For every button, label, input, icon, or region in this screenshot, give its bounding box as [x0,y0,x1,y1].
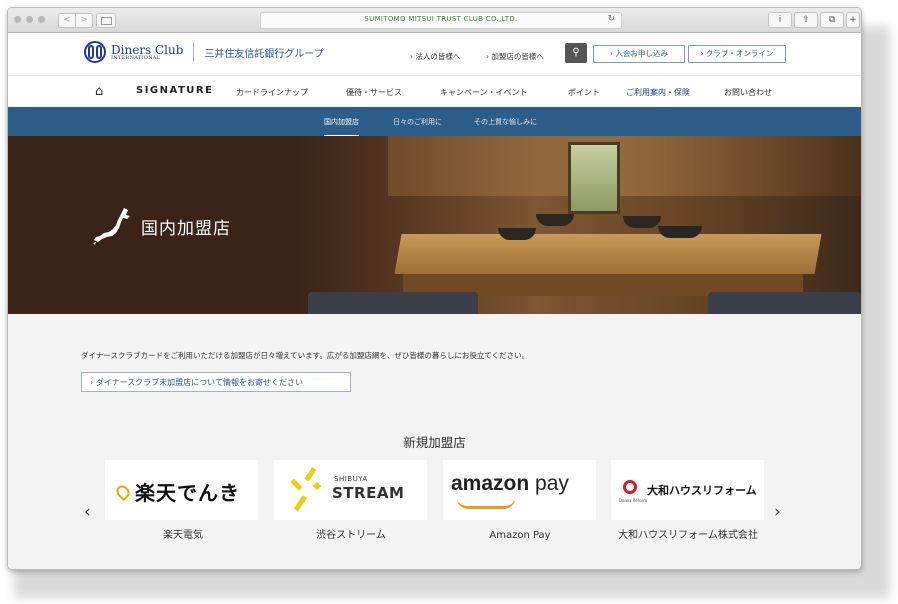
nav-points[interactable]: ポイント [568,87,600,98]
hero-table-image [394,234,822,274]
merchant-card-daiwa-reform[interactable]: Daiwa Reform 大和ハウスリフォーム [611,460,764,520]
merchant-card-shibuya-stream[interactable]: SHIBUYA STREAM [274,460,427,520]
share-button[interactable]: ⇪ [794,12,818,28]
info-button[interactable]: i [768,12,792,28]
back-button[interactable]: < [58,13,76,28]
hero-window-image [568,142,620,214]
hero-banner [8,136,861,314]
sidebar-toggle-button[interactable] [96,13,116,28]
non-member-info-button[interactable]: › ダイナースクラブ未加盟店について情報をお寄せください [81,372,351,392]
corporate-link[interactable]: › 法人の皆様へ [410,51,460,62]
page-title: 国内加盟店 [141,219,231,239]
forward-button[interactable]: > [76,13,93,28]
amazon-pay-logo: amazon pay [451,472,569,495]
join-button[interactable]: › 入会お申し込み [593,45,685,63]
bowl-image [536,214,574,226]
daiwa-logo-icon [623,480,637,494]
japan-map-icon [93,208,130,245]
cushion-image [708,292,861,314]
section-title: 新規加盟店 [403,435,466,450]
group-name: 三井住友信託銀行グループ [204,48,324,60]
hero-wall [388,136,861,196]
carousel-next-button[interactable]: › [774,502,781,522]
logo-main-text: Diners Club [111,42,184,57]
reload-icon[interactable]: ↻ [607,14,615,24]
diners-club-logo[interactable]: Diners Club INTERNATIONAL 三井住友信託銀行グループ [84,41,324,63]
bowl-image [658,226,702,238]
merchant-name[interactable]: Amazon Pay [440,527,600,544]
cushion-image [308,292,478,314]
tabs-button[interactable]: ⧉ [820,12,844,28]
nav-contact[interactable]: お問い合わせ [724,87,772,98]
zoom-window-button[interactable] [38,16,45,23]
daiwa-logo-sub: Daiwa Reform [619,498,648,503]
bowl-image [623,216,661,228]
bowl-image [498,228,536,240]
nav-card-lineup[interactable]: カードラインナップ [236,87,308,98]
new-tab-button[interactable]: + [846,12,860,28]
subnav-domestic-merchants[interactable]: 国内加盟店 [324,117,359,137]
url-text: SUMITOMO MITSUI TRUST CLUB CO.,LTD. [364,15,518,23]
subnav-daily-use[interactable]: 日々のご利用に [393,117,442,127]
minimize-window-button[interactable] [26,16,33,23]
browser-toolbar: < > SUMITOMO MITSUI TRUST CLUB CO.,LTD. … [8,8,861,33]
nav-campaigns[interactable]: キャンペーン・イベント [440,87,528,98]
window-controls [14,16,45,23]
site-header: Diners Club INTERNATIONAL 三井住友信託銀行グループ ›… [8,33,861,76]
stream-logo-sub: SHIBUYA [334,475,368,483]
nav-benefits[interactable]: 優待・サービス [346,87,402,98]
search-icon[interactable]: ⚲ [565,43,587,63]
nav-signature[interactable]: SIGNATURE [136,85,213,96]
rakuten-logo: 楽天でんき [113,477,240,506]
browser-window: < > SUMITOMO MITSUI TRUST CLUB CO.,LTD. … [7,7,862,570]
close-window-button[interactable] [14,16,21,23]
address-bar[interactable]: SUMITOMO MITSUI TRUST CLUB CO.,LTD. ↻ [260,12,622,29]
daiwa-logo-text: 大和ハウスリフォーム [647,484,757,497]
home-icon[interactable]: ⌂ [95,84,103,99]
carousel-prev-button[interactable]: ‹ [84,502,91,522]
amazon-smile-icon [457,498,515,509]
merchant-link[interactable]: › 加盟店の皆様へ [486,51,544,62]
merchant-card-rakuten[interactable]: 楽天でんき [105,460,258,520]
rakuten-logo-text: 楽天でんき [135,481,240,505]
location-pin-icon [113,482,133,501]
merchant-name[interactable]: 大和ハウスリフォーム株式会社 [608,527,768,544]
sub-nav: 国内加盟店 日々のご利用に その上質な愉しみに [8,107,861,137]
nav-usage-insurance[interactable]: ご利用案内・保険 [618,87,698,109]
merchant-name[interactable]: 渋谷ストリーム [271,527,431,544]
main-nav: ⌂ SIGNATURE カードラインナップ 優待・サービス キャンペーン・イベン… [8,76,861,109]
club-online-button[interactable]: › クラブ・オンライン [688,45,786,63]
subnav-premium-enjoyment[interactable]: その上質な愉しみに [474,117,537,127]
merchant-card-amazon-pay[interactable]: amazon pay [443,460,596,520]
intro-text: ダイナースクラブカードをご利用いただける加盟店が日々増えています。広がる加盟店網… [81,351,530,360]
merchant-name[interactable]: 楽天電気 [103,527,263,544]
stream-logo-text: STREAM [332,484,405,502]
main-content: ダイナースクラブカードをご利用いただける加盟店が日々増えています。広がる加盟店網… [8,314,861,569]
diners-logo-icon [84,41,106,63]
stream-logo-icon [290,467,322,512]
logo-divider [193,42,195,62]
